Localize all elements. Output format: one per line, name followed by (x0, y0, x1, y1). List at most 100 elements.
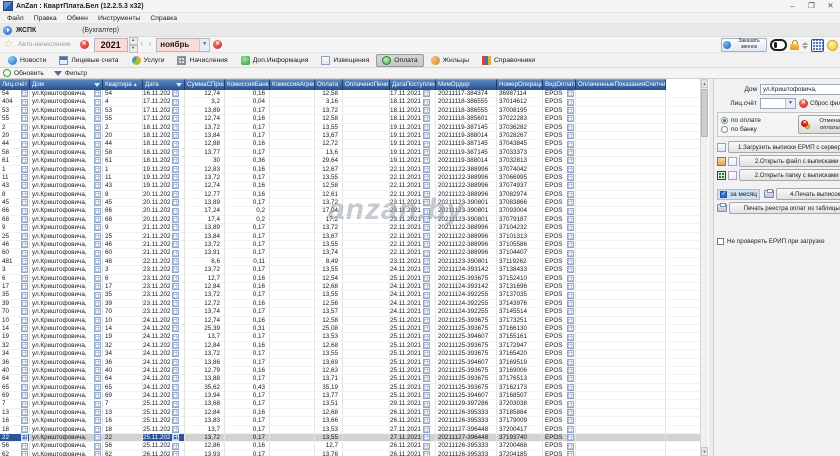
lookup-grid-icon[interactable] (94, 443, 101, 450)
column-header-5[interactable]: КомиссияБанка (225, 79, 270, 90)
lookup-grid-icon[interactable] (94, 157, 101, 164)
lookup-grid-icon[interactable] (21, 325, 28, 332)
lookup-grid-icon[interactable] (423, 107, 430, 114)
lookup-grid-icon[interactable] (172, 132, 179, 139)
lookup-grid-icon[interactable] (94, 409, 101, 416)
lookup-grid-icon[interactable] (423, 275, 430, 282)
tab-accounts[interactable]: Лицевые счета (53, 54, 124, 67)
lookup-grid-icon[interactable] (423, 266, 430, 273)
table-row[interactable]: 34ул.Криштофовича,3424.11.202113,720,171… (0, 350, 700, 358)
lookup-grid-icon[interactable] (94, 191, 101, 198)
lookup-grid-icon[interactable] (94, 342, 101, 349)
table-row[interactable]: 64ул.Криштофовича,6424.11.202113,880,171… (0, 375, 700, 383)
play-icon[interactable] (3, 26, 12, 35)
lightbulb-icon[interactable] (827, 40, 838, 51)
lookup-grid-icon[interactable] (94, 451, 101, 456)
calculator-icon[interactable] (811, 39, 824, 52)
lookup-grid-icon[interactable] (172, 266, 179, 273)
lookup-grid-icon[interactable] (21, 250, 28, 257)
lookup-grid-icon[interactable] (21, 367, 28, 374)
table-row[interactable]: 43ул.Криштофовича,4319.11.202112,740,161… (0, 182, 700, 190)
column-header-6[interactable]: КомиссияАгрег (270, 79, 315, 90)
lookup-grid-icon[interactable] (94, 275, 101, 282)
lookup-grid-icon[interactable] (567, 216, 574, 223)
lookup-grid-icon[interactable] (423, 283, 430, 290)
lookup-grid-icon[interactable] (21, 157, 28, 164)
table-row[interactable]: 481ул.Криштофовича,4822.11.20218,60,118,… (0, 258, 700, 266)
table-row[interactable]: 53ул.Криштофовича,5317.11.202113,890,171… (0, 107, 700, 115)
table-row[interactable]: 19ул.Криштофовича,1924.11.202113,70,1713… (0, 333, 700, 341)
lookup-grid-icon[interactable] (567, 434, 574, 441)
lookup-grid-icon[interactable] (21, 107, 28, 114)
table-row[interactable]: 1ул.Криштофовича,119.11.202112,830,1612,… (0, 166, 700, 174)
lookup-grid-icon[interactable] (21, 233, 28, 240)
table-row[interactable]: 3ул.Криштофовича,323.11.202113,720,1713,… (0, 266, 700, 274)
lookup-grid-icon[interactable] (172, 208, 179, 215)
vertical-scrollbar[interactable]: ▲ ▼ (700, 79, 708, 456)
lookup-grid-icon[interactable] (94, 308, 101, 315)
print-registry-button[interactable]: Печать реестра оплат из таблицы (729, 202, 840, 214)
tab-extra-info[interactable]: Доп.Информация (235, 54, 315, 67)
lookup-grid-icon[interactable] (94, 359, 101, 366)
lookup-grid-icon[interactable] (21, 451, 28, 456)
load-erip-button[interactable]: 1.Загрузить выписки ЕРИП с сервера (728, 141, 840, 153)
lookup-grid-icon[interactable] (423, 417, 430, 424)
lookup-grid-icon[interactable] (172, 283, 179, 290)
chevron-down-icon[interactable]: ▼ (785, 99, 795, 108)
maximize-button[interactable]: ❐ (802, 0, 821, 12)
lookup-grid-icon[interactable] (423, 342, 430, 349)
month-select[interactable]: ноябрь ▼ (156, 38, 210, 52)
lookup-grid-icon[interactable] (423, 241, 430, 248)
lookup-grid-icon[interactable] (423, 141, 430, 148)
lookup-grid-icon[interactable] (172, 182, 179, 189)
lookup-grid-icon[interactable] (94, 182, 101, 189)
lookup-grid-icon[interactable] (21, 283, 28, 290)
lookup-grid-icon[interactable] (423, 258, 430, 265)
lookup-grid-icon[interactable] (567, 359, 574, 366)
lookup-grid-icon[interactable] (172, 342, 179, 349)
table-row[interactable]: 54ул.Криштофовича,5416.11.202112,740,161… (0, 90, 700, 98)
lookup-grid-icon[interactable] (21, 300, 28, 307)
lookup-grid-icon[interactable] (423, 300, 430, 307)
lookup-grid-icon[interactable] (567, 392, 574, 399)
menu-item-0[interactable]: Файл (2, 15, 29, 22)
table-row[interactable]: 25ул.Криштофовича,2521.11.202113,840,171… (0, 233, 700, 241)
table-row[interactable]: 20ул.Криштофовича,2018.11.202113,840,171… (0, 132, 700, 140)
lookup-grid-icon[interactable] (172, 392, 179, 399)
lookup-grid-icon[interactable] (172, 292, 179, 299)
year-input[interactable] (94, 38, 128, 52)
lookup-grid-icon[interactable] (423, 443, 430, 450)
column-header-11[interactable]: НомерОперации (497, 79, 543, 90)
lookup-grid-icon[interactable] (21, 409, 28, 416)
lookup-grid-icon[interactable] (567, 451, 574, 456)
lookup-grid-icon[interactable] (567, 182, 574, 189)
lookup-grid-icon[interactable] (567, 283, 574, 290)
table-row[interactable]: 32ул.Криштофовича,3224.11.202112,840,161… (0, 342, 700, 350)
lookup-grid-icon[interactable] (21, 426, 28, 433)
table-row[interactable]: 55ул.Криштофовича,5517.11.202112,740,161… (0, 115, 700, 123)
lookup-grid-icon[interactable] (94, 283, 101, 290)
scroll-down-icon[interactable]: ▼ (701, 447, 708, 456)
spreadsheet-icon[interactable] (717, 171, 726, 180)
lookup-grid-icon[interactable] (567, 375, 574, 382)
lookup-grid-icon[interactable] (172, 157, 179, 164)
table-row[interactable]: 22ул.Криштофовича,2225.11.202113,720,171… (0, 434, 700, 442)
lookup-grid-icon[interactable] (94, 375, 101, 382)
lookup-grid-icon[interactable] (423, 99, 430, 106)
lookup-grid-icon[interactable] (21, 166, 28, 173)
lookup-grid-icon[interactable] (423, 350, 430, 357)
table-row[interactable]: 14ул.Криштофовича,1424.11.202125,390,312… (0, 325, 700, 333)
lookup-grid-icon[interactable] (21, 317, 28, 324)
lookup-grid-icon[interactable] (423, 292, 430, 299)
lookup-grid-icon[interactable] (94, 300, 101, 307)
lookup-grid-icon[interactable] (567, 141, 574, 148)
lookup-grid-icon[interactable] (94, 224, 101, 231)
spinner-arrows[interactable] (802, 42, 808, 49)
toggle-switch[interactable] (770, 39, 787, 51)
table-row[interactable]: 69ул.Криштофовича,6924.11.202113,940,171… (0, 392, 700, 400)
table-row[interactable]: 13ул.Криштофовича,1325.11.202112,840,161… (0, 409, 700, 417)
lookup-grid-icon[interactable] (567, 443, 574, 450)
lookup-grid-icon[interactable] (423, 182, 430, 189)
lookup-grid-icon[interactable] (567, 250, 574, 257)
no-verify-checkbox[interactable]: Не проверять ЕРИП при загрузке (717, 238, 840, 245)
